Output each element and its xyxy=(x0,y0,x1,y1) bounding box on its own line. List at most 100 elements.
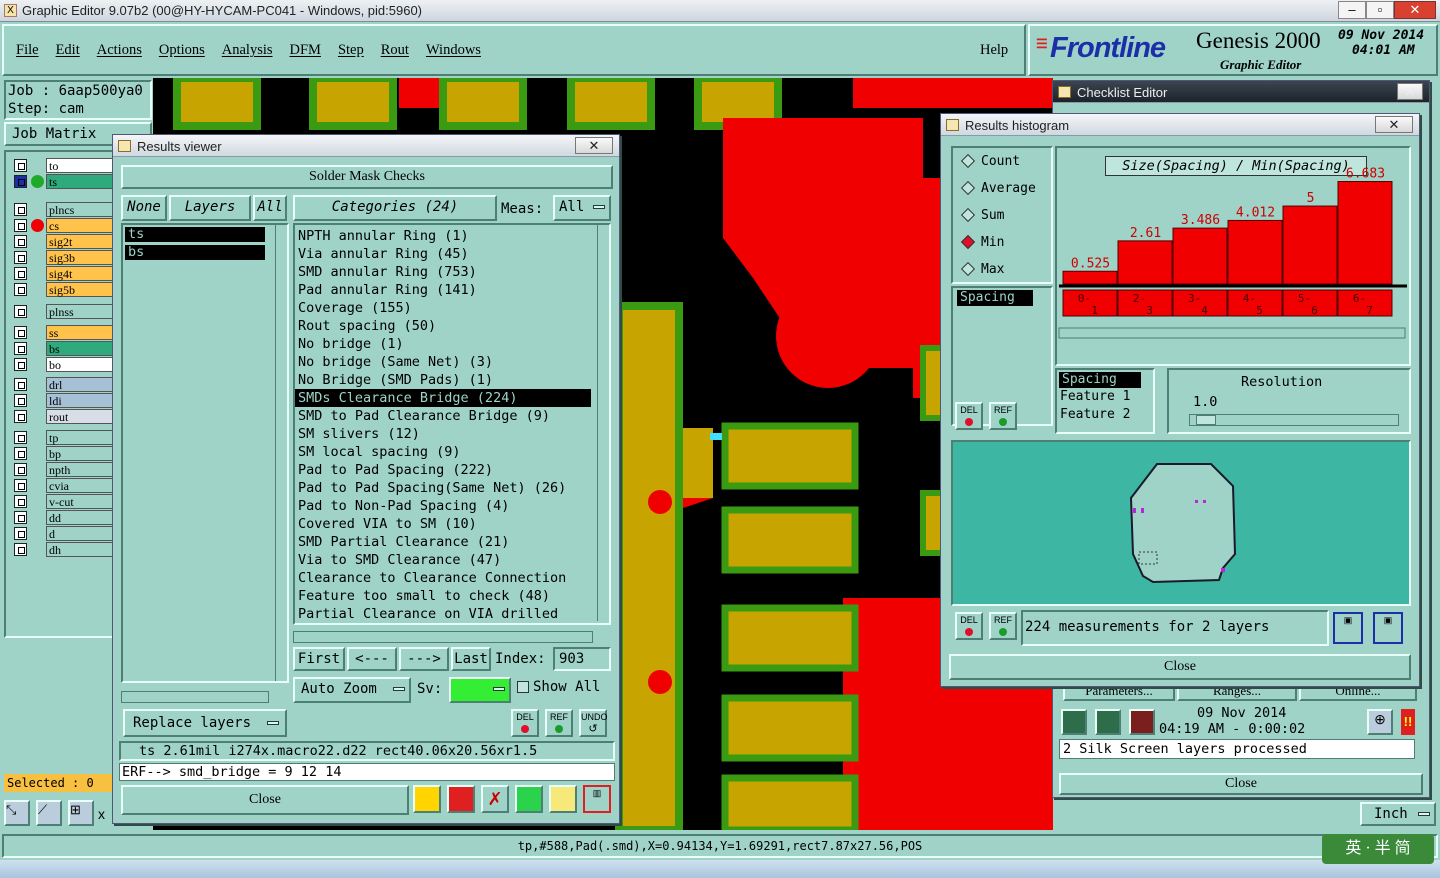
layer-row-cvia[interactable]: cvia xyxy=(14,478,118,493)
histogram-close-icon[interactable]: ✕ xyxy=(1375,116,1413,133)
del-button[interactable]: DEL xyxy=(511,709,539,737)
zoom-in-icon[interactable]: ⊕ xyxy=(1367,709,1393,735)
layer-row-to[interactable]: to xyxy=(14,158,118,173)
layer-row-d[interactable]: d xyxy=(14,526,118,541)
layer-checkbox[interactable] xyxy=(14,342,27,355)
layer-checkbox[interactable] xyxy=(14,159,27,172)
category-item[interactable]: Via to SMD Clearance (47) xyxy=(295,551,591,569)
sv-color-select[interactable] xyxy=(449,677,511,703)
last-button[interactable]: Last xyxy=(451,647,491,671)
layer-checkbox[interactable] xyxy=(14,527,27,540)
ref-button[interactable]: REF xyxy=(545,709,573,737)
category-item[interactable]: Clearance to Clearance Connection xyxy=(295,569,591,587)
none-button[interactable]: None xyxy=(121,195,167,221)
layers-button[interactable]: Layers xyxy=(169,195,251,221)
layer-row-sig5b[interactable]: sig5b xyxy=(14,282,118,297)
layer-checkbox[interactable] xyxy=(14,203,27,216)
histogram-bar[interactable] xyxy=(1337,181,1393,285)
menu-analysis[interactable]: Analysis xyxy=(222,42,273,59)
category-hscroll[interactable] xyxy=(293,631,593,643)
category-item[interactable]: No bridge (Same Net) (3) xyxy=(295,353,591,371)
histogram-option-max[interactable]: Max xyxy=(960,261,1004,277)
filter-tool-icon[interactable] xyxy=(515,785,543,813)
layer-list-hscroll[interactable] xyxy=(121,691,269,703)
minimize-button[interactable]: – xyxy=(1338,1,1366,19)
category-list[interactable]: NPTH annular Ring (1) Via annular Ring (4… xyxy=(293,223,611,625)
menu-windows[interactable]: Windows xyxy=(426,42,481,59)
close-window-button[interactable]: ✕ xyxy=(1394,1,1436,19)
category-vscroll[interactable] xyxy=(597,225,609,621)
layer-checkbox[interactable] xyxy=(14,447,27,460)
category-item[interactable]: Via annular Ring (45) xyxy=(295,245,591,263)
layer-checkbox[interactable] xyxy=(14,235,27,248)
layer-row-tp[interactable]: tp xyxy=(14,430,118,445)
layer-row-ldi[interactable]: ldi xyxy=(14,393,118,408)
layer-row-npth[interactable]: npth xyxy=(14,462,118,477)
category-item[interactable]: SMD annular Ring (753) xyxy=(295,263,591,281)
menu-step[interactable]: Step xyxy=(338,42,364,59)
summary-ref-button[interactable]: REF xyxy=(989,612,1017,640)
ime-indicator[interactable]: 英 · 半 简 xyxy=(1322,834,1434,864)
layer-checkbox[interactable] xyxy=(14,495,27,508)
layer-checkbox[interactable] xyxy=(14,463,27,476)
replace-layers-button[interactable]: Replace layers xyxy=(123,709,287,737)
layer-row-dd[interactable]: dd xyxy=(14,510,118,525)
layer-checkbox[interactable] xyxy=(14,175,27,188)
layer-list-scrollbar[interactable] xyxy=(275,225,287,681)
auto-zoom-select[interactable]: Auto Zoom xyxy=(293,677,411,703)
layer-row-sig4t[interactable]: sig4t xyxy=(14,266,118,281)
grid-tool-icon[interactable]: ⊞ xyxy=(68,800,94,826)
category-item[interactable]: SMD to Pad Clearance Bridge (9) xyxy=(295,407,591,425)
export-icon[interactable]: ▣ xyxy=(1333,612,1363,644)
histogram-option-count[interactable]: Count xyxy=(960,153,1020,169)
category-item[interactable]: Covered VIA to SM (10) xyxy=(295,515,591,533)
slider-handle[interactable] xyxy=(1196,415,1216,425)
category-item[interactable]: Coverage (155) xyxy=(295,299,591,317)
layer-row-plnss[interactable]: plnss xyxy=(14,304,118,319)
result-layer-list[interactable]: ts bs xyxy=(121,223,289,683)
layer-row-bs[interactable]: bs xyxy=(14,341,118,356)
run-tool-icon[interactable] xyxy=(1061,709,1087,735)
next-button[interactable]: ---> xyxy=(399,647,449,671)
checklist-close-button[interactable]: Close xyxy=(1059,773,1423,795)
category-item[interactable]: Pad annular Ring (141) xyxy=(295,281,591,299)
layer-row-sig2t[interactable]: sig2t xyxy=(14,234,118,249)
histogram-hscroll[interactable] xyxy=(1058,327,1406,339)
show-all-checkbox[interactable] xyxy=(517,681,529,693)
layer-checkbox[interactable] xyxy=(14,358,27,371)
histogram-bar[interactable] xyxy=(1062,270,1118,285)
layer-checkbox[interactable] xyxy=(14,267,27,280)
category-item[interactable]: Pad to Pad Spacing(Same Net) (26) xyxy=(295,479,591,497)
feature-item-1[interactable]: Feature 1 xyxy=(1057,388,1153,406)
layer-row-dh[interactable]: dh xyxy=(14,542,118,557)
results-viewer-close-button[interactable]: Close xyxy=(121,785,409,815)
layer-checkbox[interactable] xyxy=(14,378,27,391)
first-button[interactable]: First xyxy=(293,647,345,671)
layer-checkbox[interactable] xyxy=(14,326,27,339)
report-tool-icon[interactable] xyxy=(549,785,577,813)
category-item[interactable]: No bridge (1) xyxy=(295,335,591,353)
layer-row-ts[interactable]: ts xyxy=(14,174,118,189)
menu-edit[interactable]: Edit xyxy=(56,42,80,59)
layer-checkbox[interactable] xyxy=(14,410,27,423)
results-viewer-close-icon[interactable]: ✕ xyxy=(575,137,613,154)
histogram-bar[interactable] xyxy=(1282,205,1338,285)
layer-row-bp[interactable]: bp xyxy=(14,446,118,461)
category-item[interactable]: Pad to Pad Spacing (222) xyxy=(295,461,591,479)
layer-checkbox[interactable] xyxy=(14,305,27,318)
index-input[interactable]: 903 xyxy=(553,647,611,671)
category-item[interactable]: Rout spacing (50) xyxy=(295,317,591,335)
histogram-option-sum[interactable]: Sum xyxy=(960,207,1004,223)
layer-row-bo[interactable]: bo xyxy=(14,357,118,372)
result-layer-ts[interactable]: ts xyxy=(125,227,265,242)
highlight-tool-icon[interactable] xyxy=(413,785,441,813)
hist-del-button[interactable]: DEL xyxy=(955,402,983,430)
histogram-option-average[interactable]: Average xyxy=(960,180,1036,196)
prev-button[interactable]: <--- xyxy=(347,647,397,671)
units-select[interactable]: Inch xyxy=(1360,802,1436,826)
layer-checkbox[interactable] xyxy=(14,219,27,232)
all-layers-button[interactable]: All xyxy=(253,195,287,221)
zoom-tool-icon[interactable]: ⤡ xyxy=(4,800,30,826)
layer-row-plncs[interactable]: plncs xyxy=(14,202,118,217)
spacing-feature-list[interactable]: Spacing Feature 1 Feature 2 xyxy=(1055,368,1155,434)
